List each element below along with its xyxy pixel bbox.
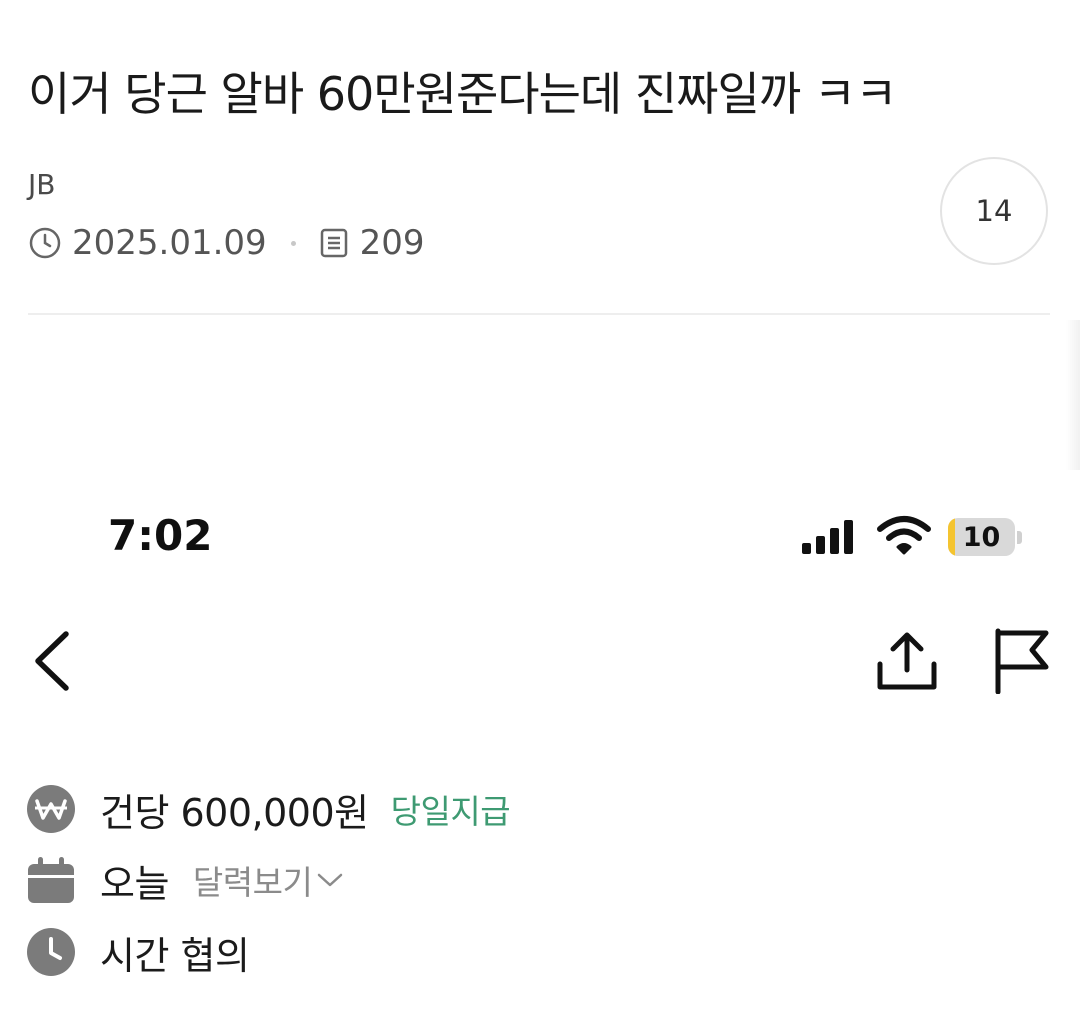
post-meta: 2025.01.09 209: [28, 222, 425, 264]
views-icon: [320, 228, 347, 258]
status-time: 7:02: [108, 511, 213, 560]
flag-icon[interactable]: [990, 626, 1052, 694]
back-chevron-icon[interactable]: [30, 628, 76, 694]
work-time: 시간 협의: [100, 933, 250, 978]
view-calendar-label: 달력보기: [192, 863, 313, 902]
won-coin-icon: [27, 785, 75, 833]
edge-shadow: [1066, 320, 1080, 470]
clock-icon: [29, 227, 61, 259]
meta-separator: [290, 240, 296, 246]
wifi-icon: [877, 516, 931, 555]
post-title: 이거 당근 알바 60만원준다는데 진짜일까 ㅋㅋ: [28, 67, 897, 121]
comment-count: 14: [975, 194, 1013, 228]
time-row: 시간 협의: [26, 924, 250, 980]
battery-level: 10: [962, 521, 1001, 553]
post-date: 2025.01.09: [72, 223, 267, 263]
header-divider: [28, 313, 1050, 315]
share-icon[interactable]: [874, 630, 940, 692]
view-count: 209: [359, 223, 425, 263]
cellular-signal-icon: [802, 520, 853, 554]
comment-count-button[interactable]: 14: [940, 157, 1048, 265]
pay-amount: 건당 600,000원: [100, 790, 369, 835]
view-calendar-link[interactable]: 달력보기: [193, 856, 344, 904]
author-name[interactable]: JB: [28, 168, 55, 201]
battery-icon: 10: [948, 517, 1022, 557]
clock-filled-icon: [27, 928, 75, 976]
work-date: 오늘: [100, 861, 169, 906]
battery-tip: [1017, 530, 1022, 544]
pay-row: 건당 600,000원 당일지급: [26, 781, 511, 837]
battery-body: 10: [948, 518, 1016, 556]
calendar-icon: [28, 857, 74, 903]
same-day-pay-badge: 당일지급: [390, 792, 511, 831]
date-row: 오늘 달력보기: [26, 852, 344, 908]
battery-level-fill: [948, 518, 955, 556]
chevron-down-icon: [318, 873, 343, 887]
